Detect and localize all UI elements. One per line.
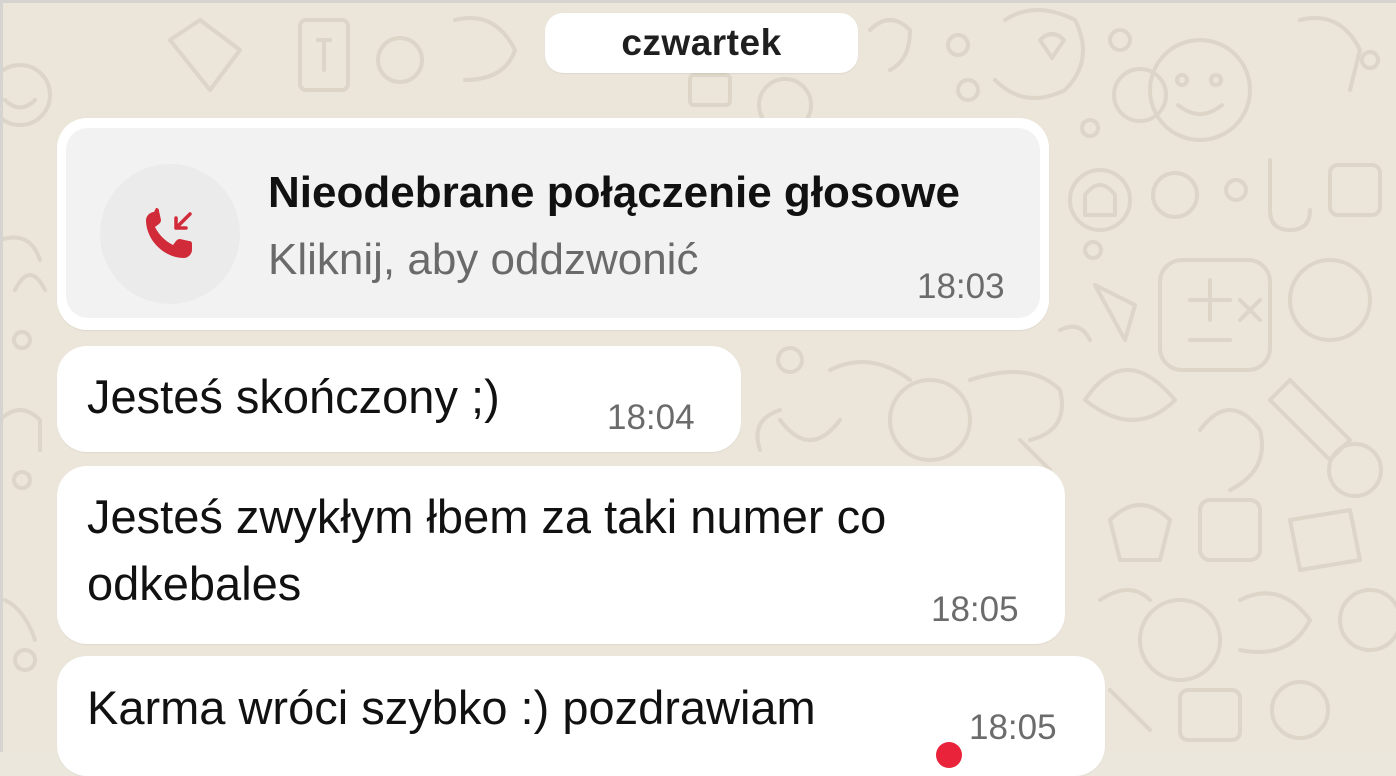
message-time: 18:05 — [969, 708, 1057, 747]
message-text-line: Jesteś zwykłym łbem za taki numer co — [87, 490, 887, 543]
missed-call-bubble[interactable]: Nieodebrane połączenie głosowe Kliknij, … — [57, 118, 1049, 330]
date-separator-label: czwartek — [621, 22, 782, 63]
date-separator: czwartek — [545, 13, 858, 73]
missed-call-callback-link[interactable]: Kliknij, aby oddzwonić — [268, 235, 698, 285]
message-bubble[interactable]: Jesteś skończony ;) 18:04 — [57, 346, 741, 452]
missed-call-time: 18:03 — [917, 267, 1005, 306]
missed-call-card[interactable]: Nieodebrane połączenie głosowe Kliknij, … — [66, 128, 1040, 318]
message-text-line: odkebales — [87, 557, 302, 610]
message-time: 18:05 — [931, 590, 1019, 629]
message-text: Karma wróci szybko :) pozdrawiam — [87, 681, 816, 734]
missed-call-icon — [100, 164, 240, 304]
message-time: 18:04 — [607, 398, 695, 437]
window-top-border — [0, 0, 1396, 3]
message-bubble[interactable]: Jesteś zwykłym łbem za taki numer co odk… — [57, 466, 1065, 644]
missed-call-title: Nieodebrane połączenie głosowe — [268, 168, 960, 217]
message-text: Jesteś skończony ;) — [87, 370, 500, 423]
notification-dot — [936, 742, 962, 768]
phone-missed-icon — [146, 208, 192, 258]
window-left-border — [0, 0, 3, 752]
